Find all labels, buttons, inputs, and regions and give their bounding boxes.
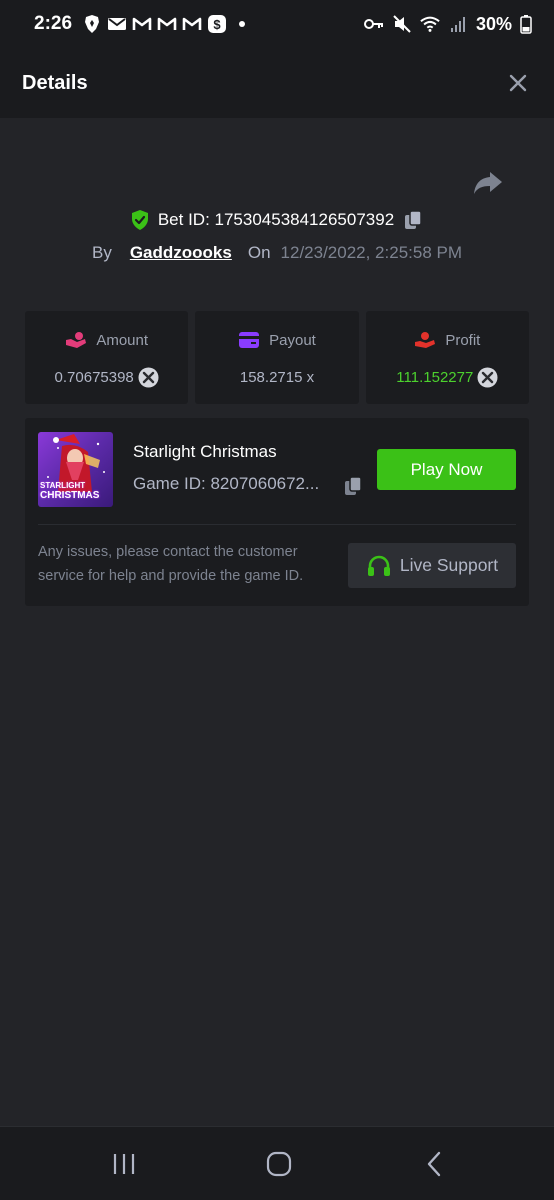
live-support-label: Live Support: [399, 555, 499, 575]
battery-icon: [520, 14, 532, 34]
support-message: Any issues, please contact the customer …: [38, 544, 304, 584]
on-label: On: [247, 243, 271, 262]
game-thumbnail[interactable]: STARLIGHT CHRISTMAS: [38, 432, 113, 507]
home-button[interactable]: [259, 1147, 299, 1181]
bet-stats: Amount 0.70675398 Payout 158.2715 x Prof…: [25, 311, 529, 404]
live-support-button[interactable]: Live Support: [348, 543, 516, 588]
hand-coins-icon: [66, 332, 87, 348]
gmail-icon: [182, 14, 202, 34]
recent-apps-icon: [113, 1154, 135, 1174]
game-thumb-title: STARLIGHT CHRISTMAS: [40, 481, 100, 501]
bet-id: Bet ID: 1753045384126507392: [157, 210, 395, 229]
wifi-icon: [420, 14, 440, 34]
page-title: Details: [22, 71, 88, 94]
username-link[interactable]: Gaddzoooks: [130, 243, 232, 263]
status-time: 2:26: [34, 13, 73, 34]
dot-icon: [232, 14, 252, 34]
mail-icon: [107, 14, 127, 34]
profit-card: Profit 111.152277: [365, 311, 529, 404]
close-icon: [509, 74, 527, 92]
payout-value: 158.2715 x: [239, 368, 315, 386]
game-card: STARLIGHT CHRISTMAS Starlight Christmas …: [25, 418, 529, 606]
battery-percent: 30%: [475, 13, 512, 34]
notification-icons: $: [82, 14, 252, 34]
system-icons: 30%: [363, 13, 532, 35]
currency-coin-icon: [477, 367, 498, 388]
bet-id-row: Bet ID: 1753045384126507392: [0, 206, 554, 234]
copy-icon[interactable]: [402, 209, 424, 231]
gmail-icon: [132, 14, 152, 34]
bet-meta-row: By Gaddzoooks On 12/23/2022, 2:25:58 PM: [0, 240, 554, 266]
amount-card: Amount 0.70675398: [25, 311, 189, 404]
game-name: Starlight Christmas: [133, 442, 277, 461]
back-button[interactable]: [414, 1147, 454, 1181]
copy-icon[interactable]: [342, 475, 364, 497]
gmail-icon: [157, 14, 177, 34]
back-icon: [427, 1151, 441, 1177]
key-icon: [363, 14, 384, 34]
signal-icon: [448, 14, 468, 34]
game-id: Game ID: 8207060672...: [133, 474, 320, 493]
share-button[interactable]: [472, 168, 504, 198]
recent-apps-button[interactable]: [104, 1147, 144, 1181]
shield-check-icon: [131, 210, 148, 230]
brave-icon: [82, 14, 102, 34]
payout-card: Payout 158.2715 x: [195, 311, 359, 404]
details-header: Details: [0, 48, 554, 118]
profit-value: 111.152277: [396, 368, 474, 386]
currency-coin-icon: [138, 367, 159, 388]
amount-value: 0.70675398: [54, 368, 134, 386]
bet-date: 12/23/2022, 2:25:58 PM: [280, 243, 463, 262]
system-nav-bar: [0, 1126, 554, 1200]
divider: [38, 524, 516, 525]
status-bar: 2:26 $ 30%: [0, 0, 554, 48]
wallet-card-icon: [239, 332, 260, 348]
amount-label: Amount: [96, 331, 149, 349]
mute-icon: [392, 14, 412, 34]
headset-icon: [367, 555, 390, 576]
payout-label: Payout: [269, 331, 316, 349]
home-icon: [266, 1151, 292, 1177]
share-icon: [474, 172, 502, 194]
svg-text:$: $: [213, 17, 221, 32]
profit-label: Profit: [445, 331, 481, 349]
hand-profit-icon: [415, 332, 436, 348]
cash-app-icon: $: [207, 14, 227, 34]
by-label: By: [91, 243, 112, 262]
play-now-button[interactable]: Play Now: [377, 449, 516, 490]
close-button[interactable]: [504, 69, 532, 97]
